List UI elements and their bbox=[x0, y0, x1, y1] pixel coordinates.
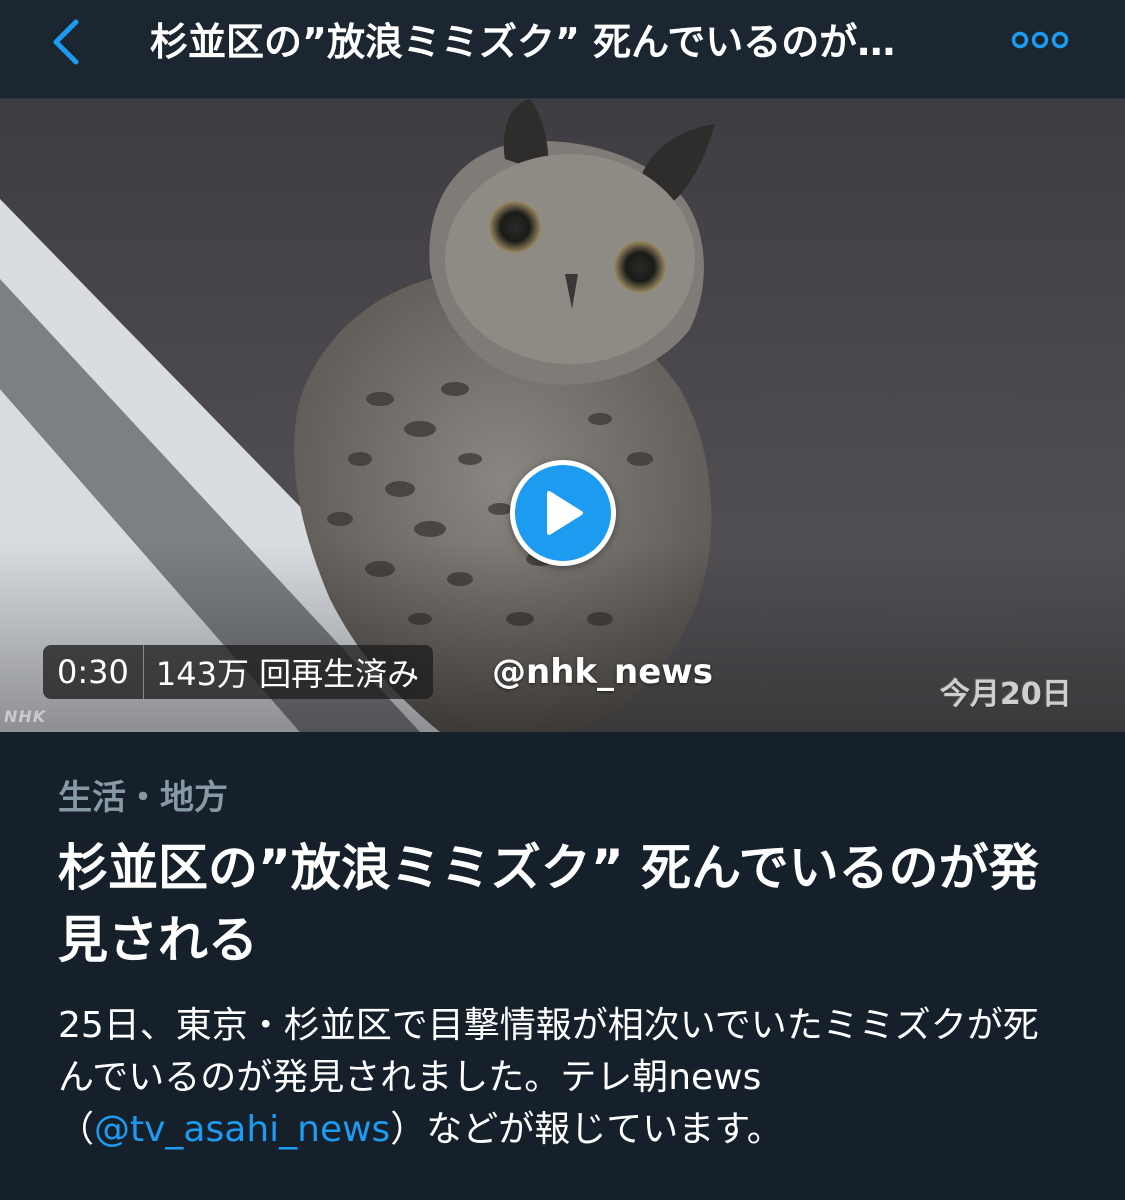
moment-page: 杉並区の”放浪ミミズク” 死んでいるのが… 0:30 143万 回再生済み @n… bbox=[0, 0, 1125, 1200]
description: 25日、東京・杉並区で目撃情報が相次いでいたミミズクが死んでいるのが発見されまし… bbox=[58, 1000, 1068, 1156]
video-duration: 0:30 bbox=[43, 645, 144, 699]
mention-link[interactable]: @tv_asahi_news bbox=[94, 1109, 390, 1150]
video-player[interactable]: 0:30 143万 回再生済み @nhk_news 今月20日 NHK bbox=[0, 99, 1125, 732]
play-icon bbox=[547, 491, 583, 535]
description-text-end: ）などが報じています。 bbox=[390, 1109, 783, 1150]
page-title: 杉並区の”放浪ミミズク” 死んでいるのが… bbox=[150, 20, 896, 64]
video-thumbnail bbox=[0, 99, 1125, 732]
top-navigation-bar: 杉並区の”放浪ミミズク” 死んでいるのが… bbox=[0, 0, 1125, 99]
category-label: 生活・地方 bbox=[58, 778, 228, 818]
nhk-watermark: NHK bbox=[4, 707, 47, 726]
play-button[interactable] bbox=[510, 460, 616, 566]
video-source-handle[interactable]: @nhk_news bbox=[492, 649, 713, 695]
video-date-stamp: 今月20日 bbox=[940, 677, 1072, 712]
view-count: 143万 回再生済み bbox=[155, 655, 420, 693]
chevron-left-icon bbox=[53, 19, 79, 65]
video-stats-pill: 0:30 143万 回再生済み bbox=[43, 645, 434, 699]
back-button[interactable] bbox=[38, 14, 94, 70]
more-options-icon bbox=[1011, 31, 1069, 49]
more-options-button[interactable] bbox=[1008, 22, 1072, 58]
headline: 杉並区の”放浪ミミズク” 死んでいるのが発見される bbox=[58, 839, 1039, 969]
